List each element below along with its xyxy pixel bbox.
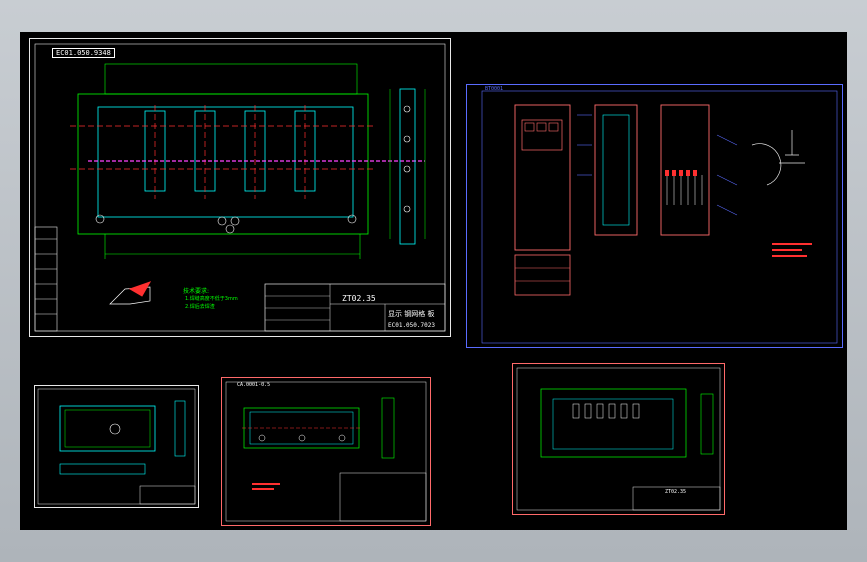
sheet4-tag: CA.0001-0.5 [237,382,271,388]
drawing-sheet-2[interactable]: BT0001 [466,84,843,348]
drawing-4-graphics [225,381,427,522]
drawing-sheet-4[interactable]: CA.0001-0.5 [221,377,431,526]
sheet1-title: 显示 钢网格 板 [388,310,435,318]
sheet1-note-title: 技术要求: [183,288,210,295]
cad-viewport[interactable]: EC01.050.9348 技术要求: 1.焊缝高度不低于3mm 2.焊后去焊渣… [20,32,847,530]
drawing-3-graphics [37,388,196,505]
sheet5-code: ZT02.35 [665,489,687,495]
drawing-sheet-5[interactable]: ZT02.35 [512,363,725,515]
sheet1-note-line-1: 1.焊缝高度不低于3mm [185,296,238,302]
drawing-sheet-3[interactable] [34,385,199,508]
sheet1-tag: EC01.050.9348 [52,48,115,58]
sheet1-drawing-no: EC01.050.7023 [388,322,435,329]
sheet2-tag: BT0001 [485,86,504,92]
drawing-2-graphics [481,90,838,344]
sheet1-code: ZT02.35 [342,294,376,303]
drawing-sheet-1[interactable]: EC01.050.9348 技术要求: 1.焊缝高度不低于3mm 2.焊后去焊渣… [29,38,451,337]
drawing-1-graphics [34,43,446,332]
sheet1-note-line-2: 2.焊后去焊渣 [185,304,215,310]
drawing-5-graphics [516,367,721,511]
